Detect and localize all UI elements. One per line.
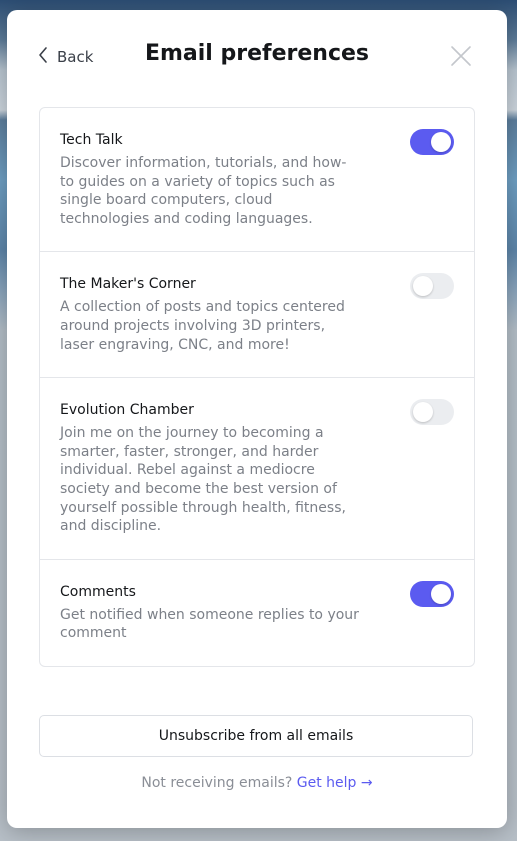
newsletter-title: The Maker's Corner bbox=[60, 276, 196, 293]
newsletter-item-tech-talk: Tech Talk Discover information, tutorial… bbox=[40, 108, 474, 253]
newsletter-list: Tech Talk Discover information, tutorial… bbox=[39, 107, 475, 667]
modal-header: Back Email preferences bbox=[7, 10, 507, 102]
newsletter-title: Evolution Chamber bbox=[60, 402, 194, 419]
subscription-toggle[interactable] bbox=[410, 580, 454, 607]
help-line: Not receiving emails? Get help → bbox=[7, 775, 507, 791]
toggle-knob bbox=[431, 583, 451, 604]
newsletter-item-evolution-chamber: Evolution Chamber Join me on the journey… bbox=[40, 378, 474, 560]
newsletter-item-makers-corner: The Maker's Corner A collection of posts… bbox=[40, 252, 474, 379]
email-preferences-modal: Back Email preferences Tech Talk Discove… bbox=[7, 10, 507, 828]
subscription-toggle[interactable] bbox=[410, 399, 454, 426]
newsletter-description: Discover information, tutorials, and how… bbox=[60, 155, 347, 227]
subscription-toggle[interactable] bbox=[410, 129, 454, 155]
newsletter-description: A collection of posts and topics centere… bbox=[60, 299, 345, 353]
newsletter-title: Tech Talk bbox=[60, 132, 123, 148]
get-help-link[interactable]: Get help → bbox=[297, 775, 373, 791]
newsletter-description: Join me on the journey to becoming a sma… bbox=[60, 425, 346, 535]
toggle-knob bbox=[413, 276, 433, 297]
newsletter-title: Comments bbox=[60, 583, 136, 600]
toggle-knob bbox=[413, 402, 433, 423]
subscription-toggle[interactable] bbox=[410, 273, 454, 300]
newsletter-description: Get notified when someone replies to you… bbox=[60, 606, 359, 642]
modal-title: Email preferences bbox=[144, 41, 370, 66]
toggle-knob bbox=[431, 132, 451, 152]
help-text: Not receiving emails? bbox=[141, 775, 293, 791]
newsletter-item-comments: Comments Get notified when someone repli… bbox=[40, 560, 474, 666]
unsubscribe-all-button[interactable]: Unsubscribe from all emails bbox=[39, 715, 473, 757]
close-icon[interactable] bbox=[450, 45, 472, 67]
